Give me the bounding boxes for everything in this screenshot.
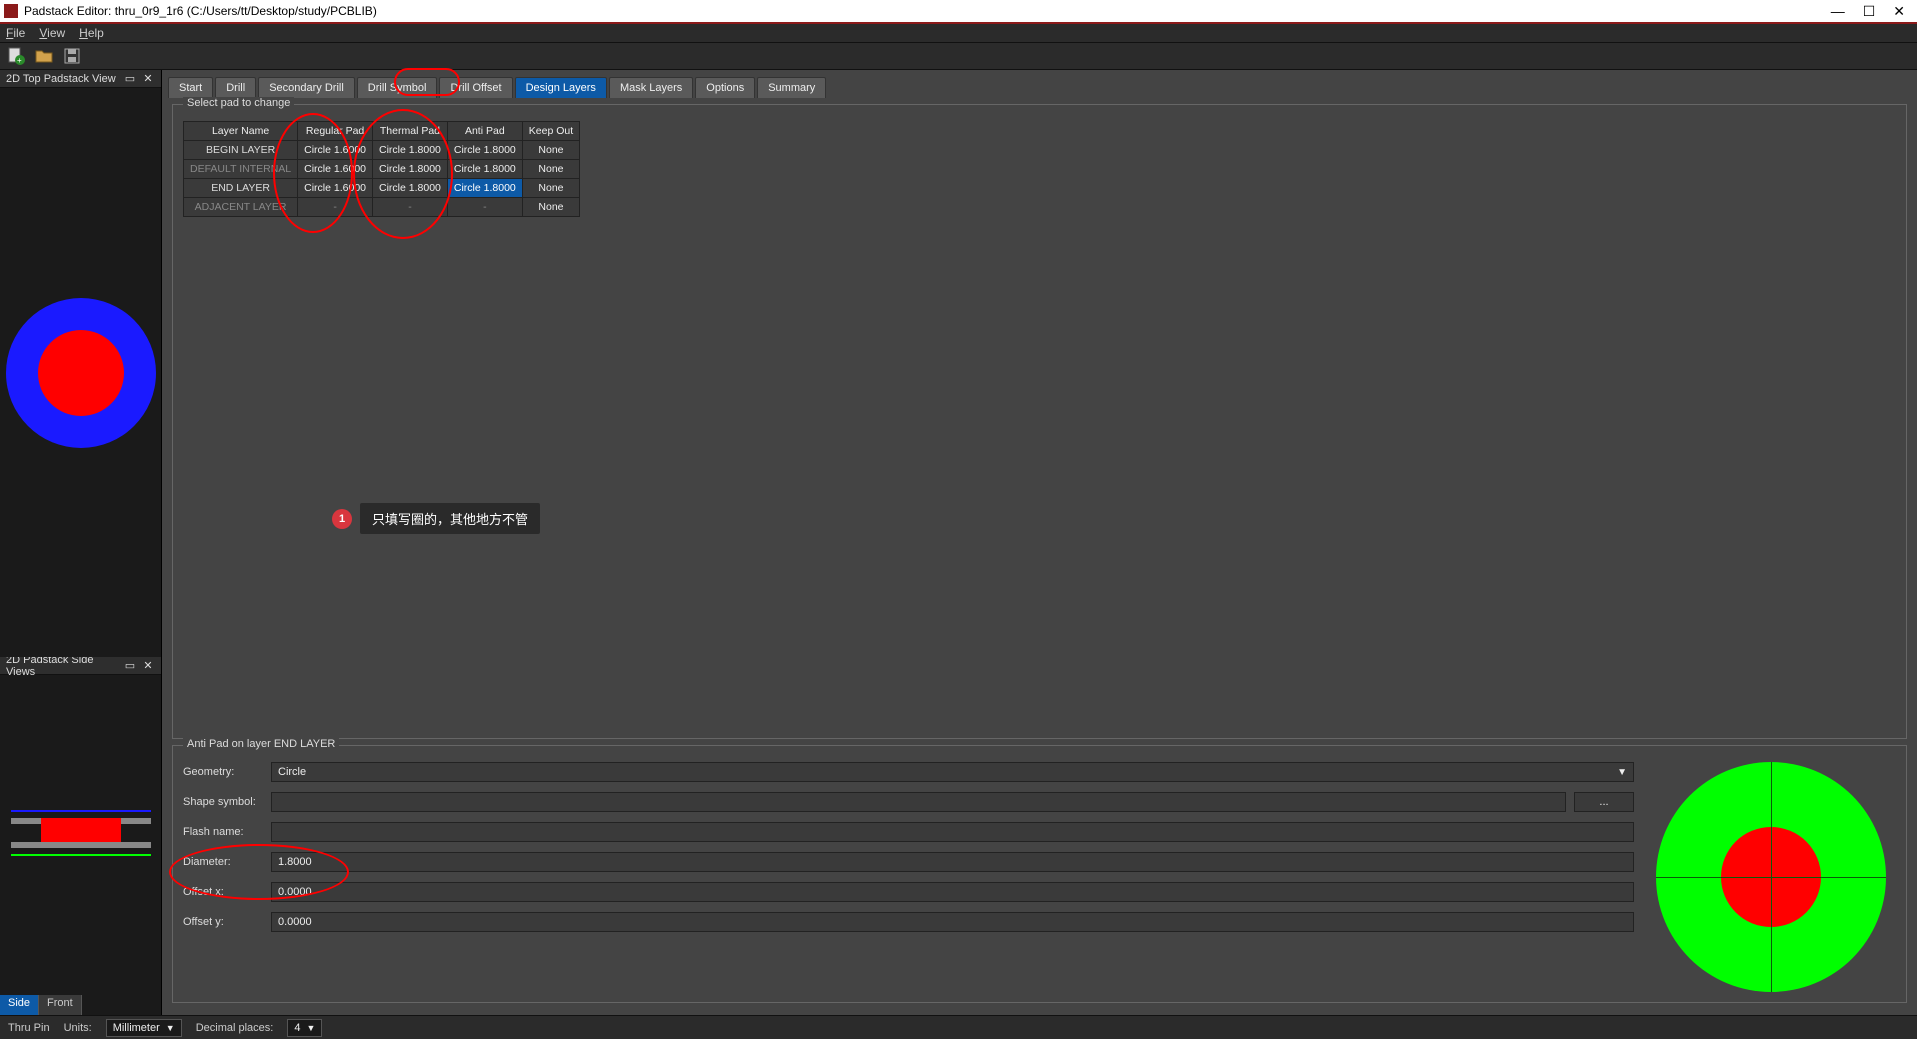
tab-design-layers[interactable]: Design Layers	[515, 77, 607, 98]
workarea: Select pad to change Layer Name Regular …	[162, 98, 1917, 1015]
top-view-panel-header: 2D Top Padstack View ▭ ✕	[0, 70, 161, 88]
table-row[interactable]: END LAYER Circle 1.6000 Circle 1.8000 Ci…	[184, 179, 580, 198]
save-icon[interactable]	[62, 46, 82, 66]
select-pad-title: Select pad to change	[183, 97, 294, 109]
geometry-select[interactable]: Circle▼	[271, 762, 1634, 782]
shape-symbol-input[interactable]	[271, 792, 1566, 812]
side-view-panel-header: 2D Padstack Side Views ▭ ✕	[0, 657, 161, 675]
side-stack-graphic	[11, 810, 151, 860]
col-regular-pad: Regular Pad	[298, 122, 373, 141]
offset-x-input[interactable]	[271, 882, 1634, 902]
col-keep-out: Keep Out	[522, 122, 579, 141]
maximize-button[interactable]: ☐	[1863, 3, 1876, 20]
tab-secondary-drill[interactable]: Secondary Drill	[258, 77, 355, 98]
window-controls: — ☐ ✕	[1831, 3, 1913, 20]
select-pad-group: Select pad to change Layer Name Regular …	[172, 104, 1907, 739]
annotation-text: 只填写圈的，其他地方不管	[360, 503, 540, 534]
main-content: Start Drill Secondary Drill Drill Symbol…	[162, 70, 1917, 1015]
diameter-input[interactable]	[271, 852, 1634, 872]
minimize-button[interactable]: —	[1831, 3, 1845, 20]
side-tab[interactable]: Side	[0, 995, 39, 1015]
top-view-title: 2D Top Padstack View	[6, 73, 119, 85]
toolbar: +	[0, 42, 1917, 70]
col-layer-name: Layer Name	[184, 122, 298, 141]
edit-pad-title: Anti Pad on layer END LAYER	[183, 738, 339, 750]
svg-text:+: +	[17, 56, 22, 65]
close-panel-icon[interactable]: ✕	[141, 659, 155, 673]
offset-y-input[interactable]	[271, 912, 1634, 932]
side-view-canvas[interactable]	[0, 675, 161, 995]
tab-options[interactable]: Options	[695, 77, 755, 98]
decimal-places-select[interactable]: 4▼	[287, 1019, 322, 1037]
status-thru-pin: Thru Pin	[8, 1022, 50, 1034]
annotation-note: 1 只填写圈的，其他地方不管	[332, 503, 540, 534]
pad-preview	[1646, 762, 1896, 992]
side-view-title: 2D Padstack Side Views	[6, 654, 119, 678]
tab-drill-symbol[interactable]: Drill Symbol	[357, 77, 438, 98]
table-header-row: Layer Name Regular Pad Thermal Pad Anti …	[184, 122, 580, 141]
undock-icon[interactable]: ▭	[123, 72, 137, 86]
status-bar: Thru Pin Units: Millimeter▼ Decimal plac…	[0, 1015, 1917, 1039]
table-row[interactable]: ADJACENT LAYER - - - None	[184, 198, 580, 217]
units-select[interactable]: Millimeter▼	[106, 1019, 182, 1037]
chevron-down-icon: ▼	[166, 1023, 175, 1033]
preview-outer-circle	[1656, 762, 1886, 992]
tab-summary[interactable]: Summary	[757, 77, 826, 98]
side-padstack-view: Side Front	[0, 675, 161, 1015]
geometry-label: Geometry:	[183, 766, 263, 778]
chevron-down-icon: ▼	[306, 1023, 315, 1033]
menu-bar: File View Help	[0, 22, 1917, 42]
flash-name-label: Flash name:	[183, 826, 263, 838]
table-row[interactable]: DEFAULT INTERNAL Circle 1.6000 Circle 1.…	[184, 160, 580, 179]
pad-inner-circle	[38, 330, 124, 416]
tab-drill-offset[interactable]: Drill Offset	[439, 77, 512, 98]
offset-y-label: Offset y:	[183, 916, 263, 928]
tab-start[interactable]: Start	[168, 77, 213, 98]
open-folder-icon[interactable]	[34, 46, 54, 66]
chevron-down-icon: ▼	[1617, 767, 1627, 778]
side-view-tabs: Side Front	[0, 995, 161, 1015]
window-title: Padstack Editor: thru_0r9_1r6 (C:/Users/…	[24, 4, 1831, 18]
menu-help[interactable]: Help	[79, 26, 104, 40]
close-panel-icon[interactable]: ✕	[141, 72, 155, 86]
menu-view[interactable]: View	[39, 26, 65, 40]
front-tab[interactable]: Front	[39, 995, 82, 1015]
close-button[interactable]: ✕	[1893, 3, 1905, 20]
undock-icon[interactable]: ▭	[123, 659, 137, 673]
edit-pad-group: Anti Pad on layer END LAYER Geometry: Ci…	[172, 745, 1907, 1003]
tab-drill[interactable]: Drill	[215, 77, 256, 98]
app-icon	[4, 4, 18, 18]
top-padstack-view[interactable]	[0, 88, 161, 657]
diameter-label: Diameter:	[183, 856, 263, 868]
annotation-badge: 1	[332, 509, 352, 529]
editor-tabs: Start Drill Secondary Drill Drill Symbol…	[162, 70, 1917, 98]
edit-form: Geometry: Circle▼ Shape symbol: ... Flas…	[183, 762, 1646, 992]
table-row[interactable]: BEGIN LAYER Circle 1.6000 Circle 1.8000 …	[184, 141, 580, 160]
window-titlebar: Padstack Editor: thru_0r9_1r6 (C:/Users/…	[0, 0, 1917, 22]
new-file-icon[interactable]: +	[6, 46, 26, 66]
tab-mask-layers[interactable]: Mask Layers	[609, 77, 693, 98]
browse-button[interactable]: ...	[1574, 792, 1634, 812]
offset-x-label: Offset x:	[183, 886, 263, 898]
crosshair-v	[1771, 762, 1772, 992]
menu-file[interactable]: File	[6, 26, 25, 40]
shape-symbol-label: Shape symbol:	[183, 796, 263, 808]
layer-table[interactable]: Layer Name Regular Pad Thermal Pad Anti …	[183, 121, 580, 217]
pad-outer-circle	[6, 298, 156, 448]
col-anti-pad: Anti Pad	[447, 122, 522, 141]
col-thermal-pad: Thermal Pad	[373, 122, 448, 141]
units-label: Units:	[64, 1022, 92, 1034]
flash-name-input[interactable]	[271, 822, 1634, 842]
decimal-places-label: Decimal places:	[196, 1022, 274, 1034]
left-sidebar: 2D Top Padstack View ▭ ✕ 2D Padstack Sid…	[0, 70, 162, 1015]
